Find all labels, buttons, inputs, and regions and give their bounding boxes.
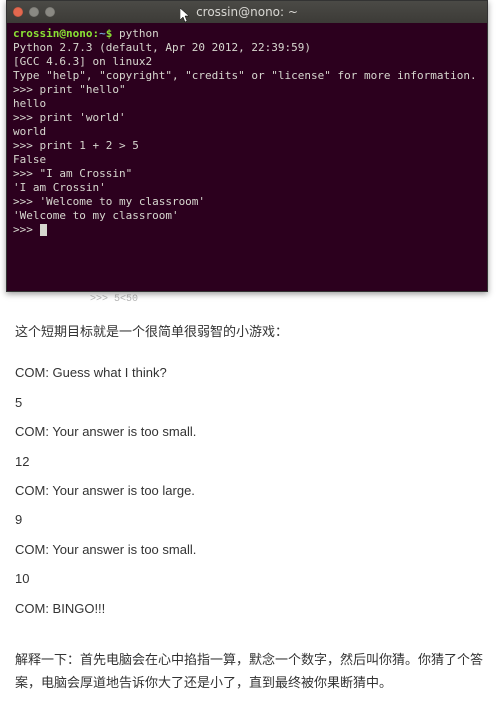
terminal-window: crossin@nono: ~ crossin@nono:~$ python P… — [6, 0, 488, 292]
repl-out: 'I am Crossin' — [13, 181, 481, 195]
game-guess: 5 — [15, 391, 485, 414]
repl-out: world — [13, 125, 481, 139]
repl-out: False — [13, 153, 481, 167]
window-title: crossin@nono: ~ — [7, 5, 487, 19]
game-line: COM: Your answer is too small. — [15, 538, 485, 561]
repl-line: >>> "I am Crossin" — [13, 167, 481, 181]
intro-text: 这个短期目标就是一个很简单很弱智的小游戏： — [15, 320, 485, 343]
shell-command: python — [119, 27, 159, 40]
game-line: COM: Guess what I think? — [15, 361, 485, 384]
python-header-1: Python 2.7.3 (default, Apr 20 2012, 22:3… — [13, 41, 481, 55]
repl-line: >>> 'Welcome to my classroom' — [13, 195, 481, 209]
prompt-user: crossin@nono — [13, 27, 92, 40]
game-dialogue: COM: Guess what I think? 5 COM: Your ans… — [15, 361, 485, 620]
cursor-icon — [40, 224, 47, 236]
shell-prompt-line: crossin@nono:~$ python — [13, 27, 481, 41]
article-body: 这个短期目标就是一个很简单很弱智的小游戏： COM: Guess what I … — [0, 305, 500, 723]
repl-prompt: >>> — [13, 223, 481, 237]
faded-text: >>> 5<50 — [90, 294, 500, 305]
game-guess: 10 — [15, 567, 485, 590]
repl-line: >>> print 'world' — [13, 111, 481, 125]
game-guess: 9 — [15, 508, 485, 531]
explain-text: 解释一下：首先电脑会在心中掐指一算，默念一个数字，然后叫你猜。你猜了个答案，电脑… — [15, 648, 485, 695]
repl-line: >>> print "hello" — [13, 83, 481, 97]
repl-line: >>> print 1 + 2 > 5 — [13, 139, 481, 153]
python-header-2: [GCC 4.6.3] on linux2 — [13, 55, 481, 69]
window-title-bar[interactable]: crossin@nono: ~ — [7, 1, 487, 23]
repl-out: 'Welcome to my classroom' — [13, 209, 481, 223]
game-line: COM: BINGO!!! — [15, 597, 485, 620]
terminal-body[interactable]: crossin@nono:~$ python Python 2.7.3 (def… — [7, 23, 487, 291]
repl-out: hello — [13, 97, 481, 111]
prompt-path: ~ — [99, 27, 106, 40]
game-line: COM: Your answer is too large. — [15, 479, 485, 502]
game-guess: 12 — [15, 450, 485, 473]
python-header-3: Type "help", "copyright", "credits" or "… — [13, 69, 481, 83]
game-line: COM: Your answer is too small. — [15, 420, 485, 443]
